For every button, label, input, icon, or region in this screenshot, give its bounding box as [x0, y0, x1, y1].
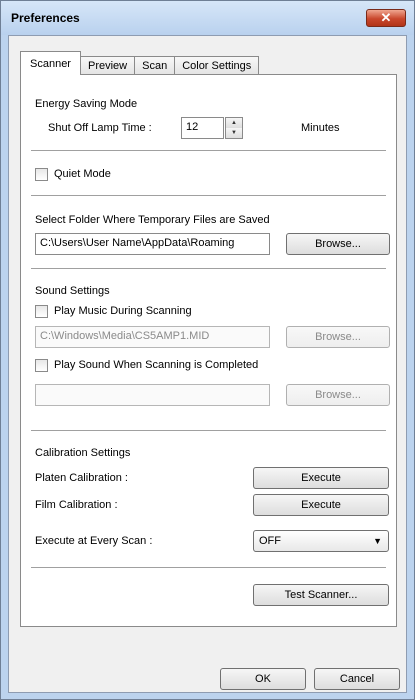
sound-browse-button[interactable]: Browse... [286, 384, 390, 406]
select-value: OFF [259, 535, 281, 547]
separator [31, 150, 386, 152]
tab-strip: Scanner Preview Scan Color Settings [20, 51, 260, 75]
execute-every-scan-select[interactable]: OFF ▼ [253, 530, 389, 552]
temp-folder-path-input[interactable]: C:\Users\User Name\AppData\Roaming [35, 233, 270, 255]
tab-label: Scanner [30, 57, 71, 70]
film-calibration-label: Film Calibration : [35, 499, 118, 511]
film-execute-button[interactable]: Execute [253, 494, 389, 516]
spin-down-icon[interactable]: ▼ [226, 128, 242, 138]
scanner-tab-panel: Energy Saving Mode Shut Off Lamp Time : … [20, 74, 397, 627]
separator [31, 430, 386, 432]
tab-label: Scan [142, 60, 168, 72]
button-label: Browse... [315, 331, 361, 343]
platen-execute-button[interactable]: Execute [253, 467, 389, 489]
separator [31, 268, 386, 270]
execute-every-scan-label: Execute at Every Scan : [35, 535, 153, 547]
temp-folder-path: C:\Users\User Name\AppData\Roaming [40, 237, 235, 249]
energy-saving-heading: Energy Saving Mode [35, 98, 138, 110]
tab-preview[interactable]: Preview [79, 56, 136, 75]
sound-path-input[interactable] [35, 384, 270, 406]
lamp-time-value: 12 [186, 121, 199, 133]
lamp-time-label: Shut Off Lamp Time : [48, 122, 152, 134]
music-path-input[interactable]: C:\Windows\Media\CS5AMP1.MID [35, 326, 270, 348]
tab-color-settings[interactable]: Color Settings [174, 56, 260, 75]
play-music-label: Play Music During Scanning [54, 305, 192, 317]
button-label: Execute [301, 499, 341, 511]
button-label: Browse... [315, 389, 361, 401]
music-path: C:\Windows\Media\CS5AMP1.MID [40, 330, 210, 342]
play-music-checkbox[interactable] [35, 305, 48, 318]
title-bar: Preferences ✕ [1, 1, 414, 35]
platen-calibration-label: Platen Calibration : [35, 472, 128, 484]
dialog-body: Scanner Preview Scan Color Settings Ener… [8, 35, 407, 693]
close-icon: ✕ [380, 10, 392, 25]
close-button[interactable]: ✕ [366, 9, 406, 27]
tab-label: Preview [87, 60, 128, 72]
play-sound-checkbox[interactable] [35, 359, 48, 372]
music-browse-button[interactable]: Browse... [286, 326, 390, 348]
test-scanner-button[interactable]: Test Scanner... [253, 584, 389, 606]
spin-up-icon[interactable]: ▲ [226, 118, 242, 128]
preferences-window: Preferences ✕ Scanner Preview Scan Color… [0, 0, 415, 700]
temp-folder-heading: Select Folder Where Temporary Files are … [35, 214, 270, 226]
tab-scan[interactable]: Scan [134, 56, 176, 75]
separator [31, 567, 386, 569]
button-label: Execute [301, 472, 341, 484]
lamp-time-spinner[interactable]: ▲ ▼ [225, 117, 243, 139]
sound-settings-heading: Sound Settings [35, 285, 110, 297]
button-label: Test Scanner... [284, 589, 358, 601]
chevron-down-icon: ▼ [373, 536, 382, 546]
quiet-mode-label: Quiet Mode [54, 168, 111, 180]
minutes-unit-label: Minutes [301, 122, 340, 134]
quiet-mode-checkbox[interactable] [35, 168, 48, 181]
tab-scanner[interactable]: Scanner [20, 51, 81, 75]
button-label: Browse... [315, 238, 361, 250]
button-label: Cancel [339, 673, 375, 685]
ok-button[interactable]: OK [220, 668, 306, 690]
separator [31, 195, 386, 197]
button-label: OK [255, 673, 271, 685]
temp-folder-browse-button[interactable]: Browse... [286, 233, 390, 255]
lamp-time-input[interactable]: 12 [181, 117, 224, 139]
cancel-button[interactable]: Cancel [314, 668, 400, 690]
window-title: Preferences [11, 11, 80, 25]
tab-label: Color Settings [182, 60, 252, 72]
play-sound-label: Play Sound When Scanning is Completed [54, 359, 259, 371]
calibration-heading: Calibration Settings [35, 447, 131, 459]
